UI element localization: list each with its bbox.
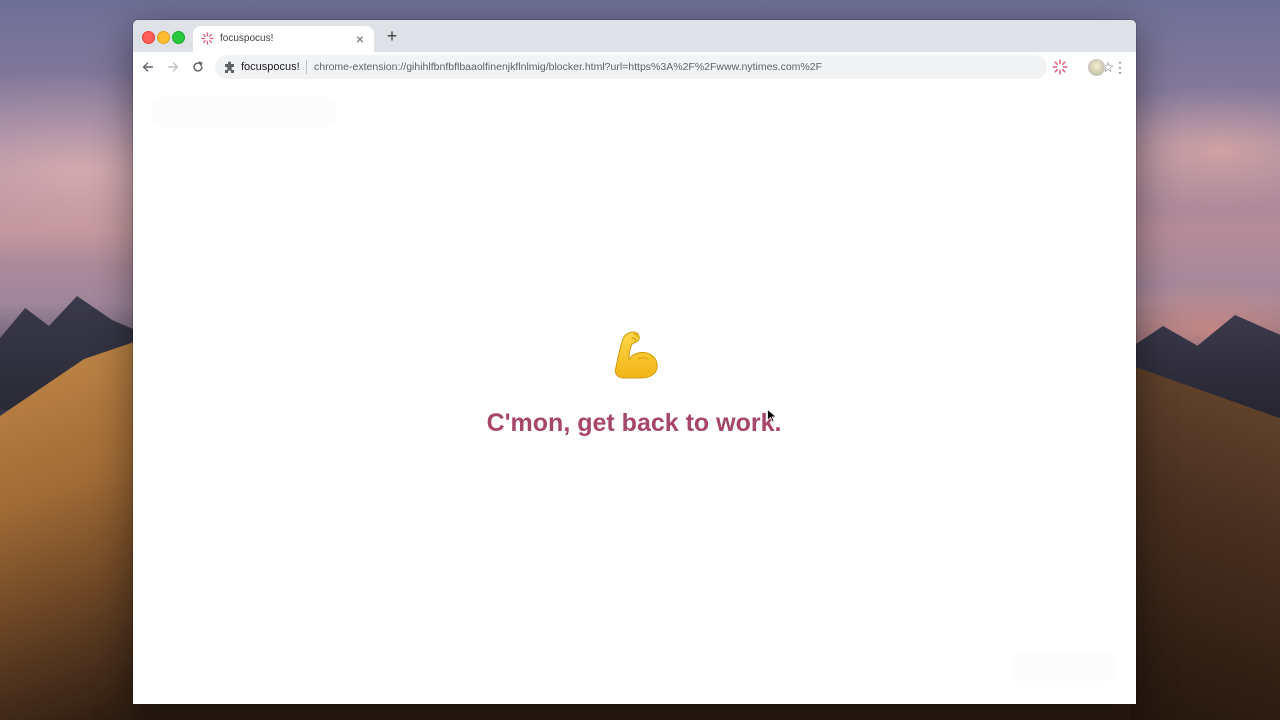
tab-title: focuspocus! <box>220 33 274 44</box>
browser-menu-icon[interactable]: ⋮ <box>1113 57 1127 77</box>
puzzle-piece-icon <box>225 61 234 73</box>
tab-strip: focuspocus! × + <box>133 20 1136 52</box>
site-name: focuspocus! <box>241 61 300 73</box>
blocker-page: C'mon, get back to work. <box>133 82 1136 704</box>
faint-overlay-bottom <box>1013 654 1113 680</box>
browser-toolbar: focuspocus! chrome-extension://gihihlfbn… <box>133 52 1136 83</box>
blocker-message: C'mon, get back to work. <box>486 409 782 437</box>
mouse-pointer-icon <box>767 409 777 423</box>
reload-icon <box>193 61 203 72</box>
arrow-right-icon <box>167 62 179 72</box>
address-bar[interactable]: focuspocus! chrome-extension://gihihlfbn… <box>215 55 1114 79</box>
profile-avatar[interactable] <box>1088 59 1105 76</box>
focuspocus-sparkle-icon <box>201 32 214 45</box>
arrow-left-icon <box>142 62 154 72</box>
focuspocus-extension-icon[interactable] <box>1052 59 1068 75</box>
close-window-button[interactable] <box>142 31 155 44</box>
forward-button[interactable] <box>164 58 182 76</box>
new-tab-button[interactable]: + <box>383 27 401 45</box>
back-button[interactable] <box>139 58 157 76</box>
desktop-dune-right <box>1130 365 1280 720</box>
browser-window: focuspocus! × + focuspocus! chrome-exten… <box>133 20 1136 704</box>
tab-close-icon[interactable]: × <box>352 31 368 47</box>
url-text[interactable]: chrome-extension://gihihlfbnfbflbaaolfin… <box>314 61 822 73</box>
reload-button[interactable] <box>189 58 207 76</box>
maximize-window-button[interactable] <box>172 31 185 44</box>
address-divider <box>306 60 307 74</box>
tab-focuspocus[interactable]: focuspocus! × <box>193 26 374 52</box>
minimize-window-button[interactable] <box>157 31 170 44</box>
faint-overlay-top <box>153 98 335 126</box>
flexed-biceps-icon <box>614 331 658 379</box>
